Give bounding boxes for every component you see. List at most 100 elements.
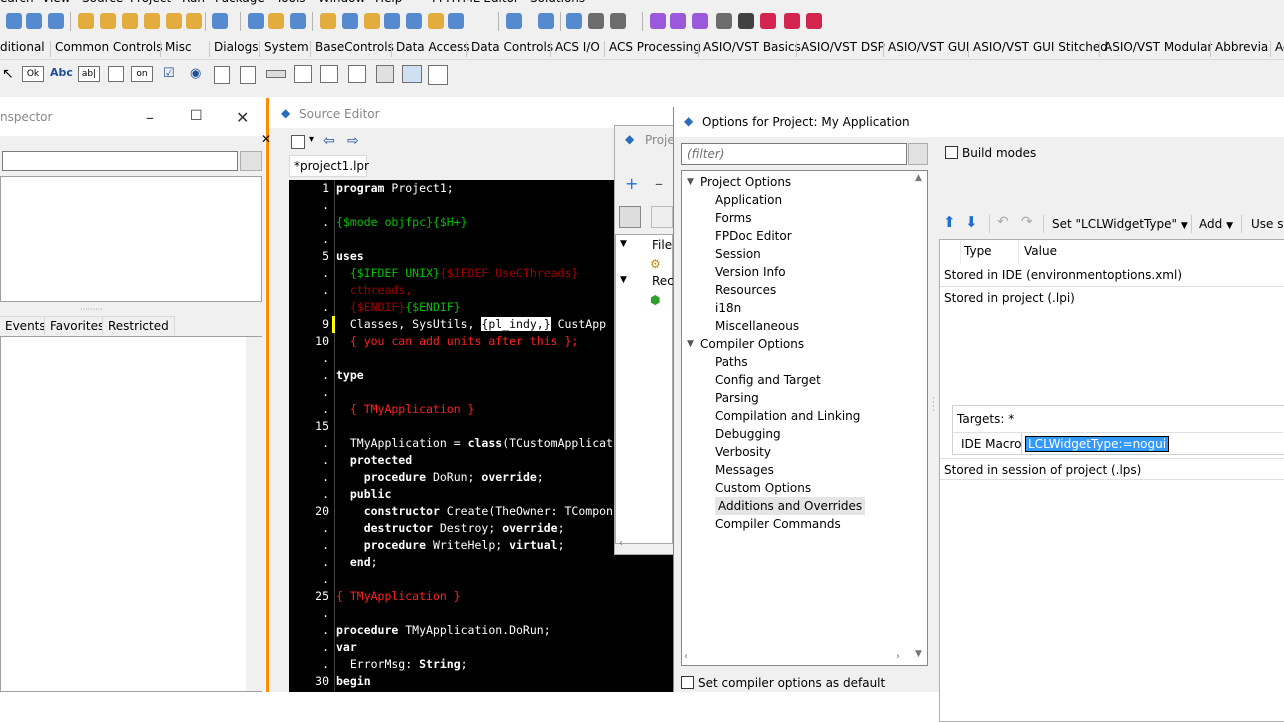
scroll-up-icon[interactable]: ▲ bbox=[915, 173, 922, 183]
undo-icon[interactable]: ↶ bbox=[997, 214, 1009, 230]
compile-icon[interactable] bbox=[506, 13, 522, 29]
stored-session-row[interactable]: Stored in session of project (.lps) bbox=[940, 458, 1284, 480]
palette-tab[interactable]: ASIO/VST GUI Stitched bbox=[973, 40, 1108, 54]
tree-item[interactable]: Additions and Overrides bbox=[715, 497, 866, 515]
tgroupbox-component-icon[interactable] bbox=[294, 65, 312, 83]
packages-icon[interactable] bbox=[538, 13, 554, 29]
property-grid[interactable] bbox=[0, 336, 262, 692]
edit-icon[interactable] bbox=[186, 13, 202, 29]
palette-tab[interactable]: Abbrevia bbox=[1215, 40, 1268, 54]
run-icon[interactable] bbox=[692, 13, 708, 29]
menu-item[interactable]: Project bbox=[130, 0, 171, 5]
view-forms-icon[interactable] bbox=[364, 13, 380, 29]
palette-tab[interactable]: Common Controls bbox=[55, 40, 163, 54]
palette-tab[interactable]: Ac bbox=[1275, 40, 1284, 54]
tbutton-component[interactable]: Ok bbox=[22, 66, 44, 82]
layout-icon[interactable] bbox=[566, 13, 582, 29]
expand-icon[interactable]: ▼ bbox=[620, 275, 627, 285]
tmemo-component-icon[interactable] bbox=[108, 66, 124, 82]
code-line[interactable]: program Project1; bbox=[336, 180, 454, 197]
code-line[interactable]: { TMyApplication } bbox=[336, 401, 475, 418]
menu-item[interactable]: Package bbox=[215, 0, 265, 5]
palette-tab[interactable]: Data Access bbox=[396, 40, 470, 54]
column-type[interactable]: Type bbox=[964, 240, 992, 262]
maximize-icon[interactable]: ☐ bbox=[190, 108, 203, 124]
options-tree-scrollbar[interactable]: ▲ ▼ bbox=[912, 171, 928, 665]
options-icon[interactable] bbox=[619, 206, 641, 228]
tree-item[interactable]: Debugging bbox=[715, 425, 781, 443]
code-line[interactable]: var bbox=[336, 639, 357, 656]
save-icon[interactable] bbox=[144, 13, 160, 29]
tree-item[interactable]: Custom Options bbox=[715, 479, 811, 497]
tree-item[interactable]: i18n bbox=[715, 299, 741, 317]
code-line[interactable]: destructor Destroy; override; bbox=[336, 520, 565, 537]
palette-tab[interactable]: ASIO/VST GUI bbox=[888, 40, 969, 54]
tcheckbox-component-icon[interactable]: ☑ bbox=[163, 66, 175, 81]
ttogglebox-component[interactable]: on bbox=[131, 66, 153, 82]
palette-tab[interactable]: Data Controls bbox=[471, 40, 553, 54]
tcombobox-component-icon[interactable] bbox=[240, 66, 256, 84]
checkbox-box[interactable] bbox=[945, 146, 958, 159]
component-filter-input[interactable] bbox=[2, 151, 238, 171]
menu-item[interactable]: View bbox=[42, 0, 70, 5]
tradiobutton-component-icon[interactable]: ◉ bbox=[190, 66, 201, 81]
code-line[interactable]: {$ENDIF}{$ENDIF} bbox=[336, 299, 461, 316]
macro-value[interactable]: LCLWidgetType:=nogui bbox=[1025, 436, 1170, 452]
close-icon[interactable]: ✕ bbox=[236, 108, 249, 127]
view-units-icon[interactable] bbox=[342, 13, 358, 29]
stored-ide-row[interactable]: Stored in IDE (environmentoptions.xml) bbox=[940, 264, 1284, 286]
menu-item[interactable]: earch bbox=[0, 0, 34, 5]
project-files-node[interactable]: File bbox=[652, 238, 672, 252]
tree-item[interactable]: Verbosity bbox=[715, 443, 771, 461]
code-line[interactable]: TMyApplication = class(TCustomApplicat bbox=[336, 435, 613, 452]
options-icon[interactable] bbox=[610, 13, 626, 29]
tframe-component-icon[interactable] bbox=[402, 65, 422, 83]
set-default-checkbox[interactable]: Set compiler options as default bbox=[681, 676, 885, 690]
move-down-icon[interactable]: ⬇ bbox=[965, 213, 978, 231]
tree-item[interactable]: Paths bbox=[715, 353, 748, 371]
add-icon[interactable]: + bbox=[625, 174, 638, 193]
run-params-icon[interactable] bbox=[448, 13, 464, 29]
pointer-cursor-icon[interactable]: ↖ bbox=[2, 66, 14, 82]
column-value[interactable]: Value bbox=[1024, 240, 1057, 262]
open-icon[interactable] bbox=[100, 13, 116, 29]
palette-tab[interactable]: ASIO/VST Basics bbox=[703, 40, 801, 54]
step-into-icon[interactable] bbox=[760, 13, 776, 29]
more-icon[interactable] bbox=[651, 206, 673, 228]
code-line[interactable]: public bbox=[336, 486, 392, 503]
tradiogroup-component-icon[interactable] bbox=[320, 65, 338, 83]
code-line[interactable]: procedure TMyApplication.DoRun; bbox=[336, 622, 551, 639]
replace-icon[interactable] bbox=[26, 13, 42, 29]
code-line[interactable]: procedure DoRun; override; bbox=[336, 469, 544, 486]
find-in-files-icon[interactable] bbox=[48, 13, 64, 29]
code-line[interactable]: {$mode objfpc}{$H+} bbox=[336, 214, 468, 231]
scroll-left-icon[interactable]: ‹ bbox=[619, 538, 623, 549]
pause-icon[interactable] bbox=[716, 13, 732, 29]
tree-item[interactable]: Parsing bbox=[715, 389, 759, 407]
stop-icon[interactable] bbox=[738, 13, 754, 29]
jump-forward-icon[interactable]: ⇨ bbox=[347, 133, 359, 149]
tlabel-component[interactable]: Abc bbox=[50, 66, 73, 79]
new-unit-icon[interactable] bbox=[78, 13, 94, 29]
palette-tab[interactable]: ACS Processing bbox=[609, 40, 701, 54]
tscrollbar-component-icon[interactable] bbox=[266, 70, 286, 78]
debug-icon[interactable] bbox=[670, 13, 686, 29]
search-icon[interactable] bbox=[6, 13, 22, 29]
tree-item[interactable]: Version Info bbox=[715, 263, 786, 281]
code-line[interactable]: cthreads, bbox=[336, 282, 412, 299]
code-line[interactable]: {$IFDEF UNIX}{$IFDEF UseCThreads} bbox=[336, 265, 579, 282]
tab-project1-lpr[interactable]: *project1.lpr bbox=[289, 155, 369, 177]
project-files-tree[interactable]: ▼ File ⚙ ▼ Rec ⬢ bbox=[615, 234, 674, 544]
save-all-icon[interactable] bbox=[166, 13, 182, 29]
menu-item[interactable]: Help bbox=[375, 0, 402, 5]
chevron-down-icon[interactable]: ▼ bbox=[1226, 221, 1233, 231]
tree-item[interactable]: Miscellaneous bbox=[715, 317, 799, 335]
tlistbox-component-icon[interactable] bbox=[214, 66, 230, 84]
tree-item[interactable]: Application bbox=[715, 191, 782, 209]
filter-clear-icon[interactable] bbox=[240, 151, 262, 171]
tcheckgroup-component-icon[interactable] bbox=[348, 65, 366, 83]
inspector-tab[interactable]: Restricted bbox=[102, 316, 175, 335]
inspector-tab[interactable]: Favorites bbox=[44, 316, 111, 335]
property-grid-scrollbar[interactable] bbox=[246, 337, 262, 691]
save-all-files-icon[interactable] bbox=[268, 13, 284, 29]
